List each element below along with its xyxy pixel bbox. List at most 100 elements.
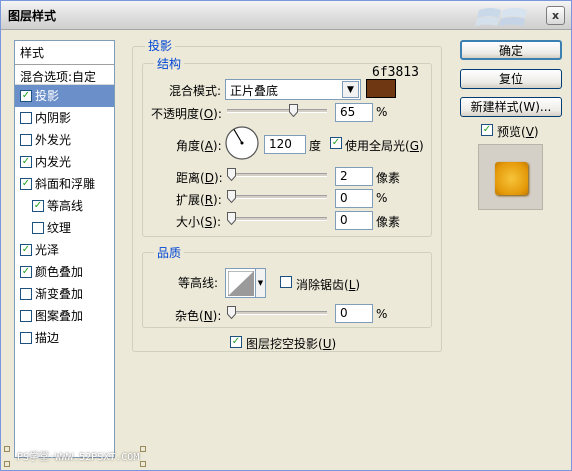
corner-marker: [140, 446, 146, 452]
style-item-label: 投影: [35, 89, 60, 103]
style-item-checkbox[interactable]: [20, 332, 32, 344]
style-item-label: 描边: [35, 331, 60, 345]
style-item-label: 外发光: [35, 133, 72, 147]
style-item[interactable]: 描边: [15, 327, 114, 349]
drop-shadow-title: 投影: [145, 37, 176, 54]
spread-input[interactable]: 0: [335, 189, 373, 208]
style-item[interactable]: ✓ 颜色叠加: [15, 261, 114, 283]
chevron-down-icon: ▼: [342, 81, 359, 98]
reset-button[interactable]: 复位: [460, 69, 562, 89]
style-item[interactable]: ✓ 斜面和浮雕: [15, 173, 114, 195]
quality-title: 品质: [154, 244, 185, 261]
antialias-label: 消除锯齿(L): [296, 278, 361, 292]
size-label: 大小(S):: [176, 215, 222, 229]
noise-label: 杂色(N):: [175, 309, 222, 323]
style-item-label: 渐变叠加: [35, 287, 84, 301]
opacity-slider-thumb[interactable]: [289, 104, 298, 117]
contour-label: 等高线:: [178, 276, 219, 290]
size-slider[interactable]: [227, 212, 327, 225]
style-item-checkbox[interactable]: ✓: [20, 90, 32, 102]
color-hex-label: 6f3813: [372, 65, 419, 80]
style-item-label: 等高线: [47, 199, 84, 213]
style-item-checkbox[interactable]: [20, 112, 32, 124]
distance-unit: 像素: [376, 171, 401, 185]
spread-slider[interactable]: [227, 190, 327, 203]
angle-label: 角度(A):: [176, 139, 222, 153]
knockout-checkbox[interactable]: ✓: [230, 336, 242, 348]
size-input[interactable]: 0: [335, 211, 373, 230]
structure-title: 结构: [154, 55, 185, 72]
spread-slider-thumb[interactable]: [227, 190, 236, 203]
style-item-checkbox[interactable]: ✓: [20, 244, 32, 256]
style-item-checkbox[interactable]: [20, 288, 32, 300]
distance-slider-thumb[interactable]: [227, 168, 236, 181]
distance-label: 距离(D):: [176, 171, 223, 185]
style-item[interactable]: ✓ 投影: [15, 85, 114, 107]
distance-slider[interactable]: [227, 168, 327, 181]
style-item-label: 内发光: [35, 155, 72, 169]
blend-mode-label: 混合模式:: [169, 84, 222, 98]
style-item-checkbox[interactable]: ✓: [32, 200, 44, 212]
contour-picker[interactable]: ▼: [225, 268, 266, 298]
ok-button[interactable]: 确定: [460, 40, 562, 60]
noise-unit: %: [376, 307, 388, 321]
watermark: PS学堂·WWW.52PSXT.COM: [17, 452, 140, 463]
title-bar: 图层样式 x: [1, 1, 571, 30]
preview-checkbox[interactable]: ✓: [481, 124, 493, 136]
preview-label: 预览(V): [497, 125, 539, 139]
corner-marker: [140, 461, 146, 467]
distance-input[interactable]: 2: [335, 167, 373, 186]
noise-input[interactable]: 0: [335, 304, 373, 323]
style-item-checkbox[interactable]: [20, 134, 32, 146]
style-item-label: 内阴影: [35, 111, 72, 125]
style-item[interactable]: 图案叠加: [15, 305, 114, 327]
style-item-label: 纹理: [47, 221, 72, 235]
close-button[interactable]: x: [546, 6, 565, 25]
styles-list: 样式 混合选项:自定 ✓ 投影 内阴影 外发光 ✓ 内发光 ✓ 斜面和浮雕 ✓ 等高线 纹理 ✓ 光泽 ✓…: [14, 40, 115, 458]
dialog-title: 图层样式: [8, 9, 57, 23]
chevron-down-icon: ▼: [255, 269, 265, 297]
antialias-checkbox[interactable]: [280, 276, 292, 288]
corner-marker: [4, 446, 10, 452]
contour-curve-icon: [228, 271, 254, 296]
style-item[interactable]: 内阴影: [15, 107, 114, 129]
style-item-checkbox[interactable]: [20, 310, 32, 322]
style-item[interactable]: ✓ 光泽: [15, 239, 114, 261]
noise-slider-thumb[interactable]: [227, 306, 236, 319]
style-item-checkbox[interactable]: ✓: [20, 178, 32, 190]
size-unit: 像素: [376, 215, 401, 229]
style-item-label: 光泽: [35, 243, 60, 257]
style-item-label: 图案叠加: [35, 309, 84, 323]
style-item-checkbox[interactable]: ✓: [20, 266, 32, 278]
style-preview: [478, 144, 543, 210]
style-item-checkbox[interactable]: ✓: [20, 156, 32, 168]
opacity-input[interactable]: 65: [335, 103, 373, 122]
blend-mode-select[interactable]: 正片叠底 ▼: [225, 79, 361, 100]
corner-marker: [4, 461, 10, 467]
style-item[interactable]: 外发光: [15, 129, 114, 151]
new-style-button[interactable]: 新建样式(W)...: [460, 97, 562, 117]
global-light-checkbox[interactable]: ✓: [330, 137, 342, 149]
style-items: ✓ 投影 内阴影 外发光 ✓ 内发光 ✓ 斜面和浮雕 ✓ 等高线 纹理 ✓ 光泽 ✓ 颜色叠加 渐变叠加 图案叠…: [15, 85, 114, 349]
knockout-label: 图层挖空投影(U): [246, 337, 337, 351]
size-slider-thumb[interactable]: [227, 212, 236, 225]
preview-sample: [495, 162, 528, 195]
blend-options-item[interactable]: 混合选项:自定: [15, 65, 114, 85]
angle-input[interactable]: 120: [264, 135, 306, 154]
shadow-color-swatch[interactable]: [366, 79, 396, 98]
style-item[interactable]: 纹理: [15, 217, 114, 239]
style-item-label: 颜色叠加: [35, 265, 84, 279]
style-item-checkbox[interactable]: [32, 222, 44, 234]
style-item[interactable]: 渐变叠加: [15, 283, 114, 305]
opacity-label: 不透明度(O):: [151, 107, 222, 121]
opacity-slider[interactable]: [227, 104, 327, 117]
windows-logo-icon: [475, 8, 527, 26]
noise-slider[interactable]: [227, 306, 327, 319]
style-item[interactable]: ✓ 内发光: [15, 151, 114, 173]
spread-unit: %: [376, 191, 388, 205]
opacity-unit: %: [376, 105, 388, 119]
angle-unit: 度: [309, 139, 322, 153]
styles-header[interactable]: 样式: [15, 41, 114, 65]
angle-dial[interactable]: [224, 125, 260, 161]
style-item[interactable]: ✓ 等高线: [15, 195, 114, 217]
